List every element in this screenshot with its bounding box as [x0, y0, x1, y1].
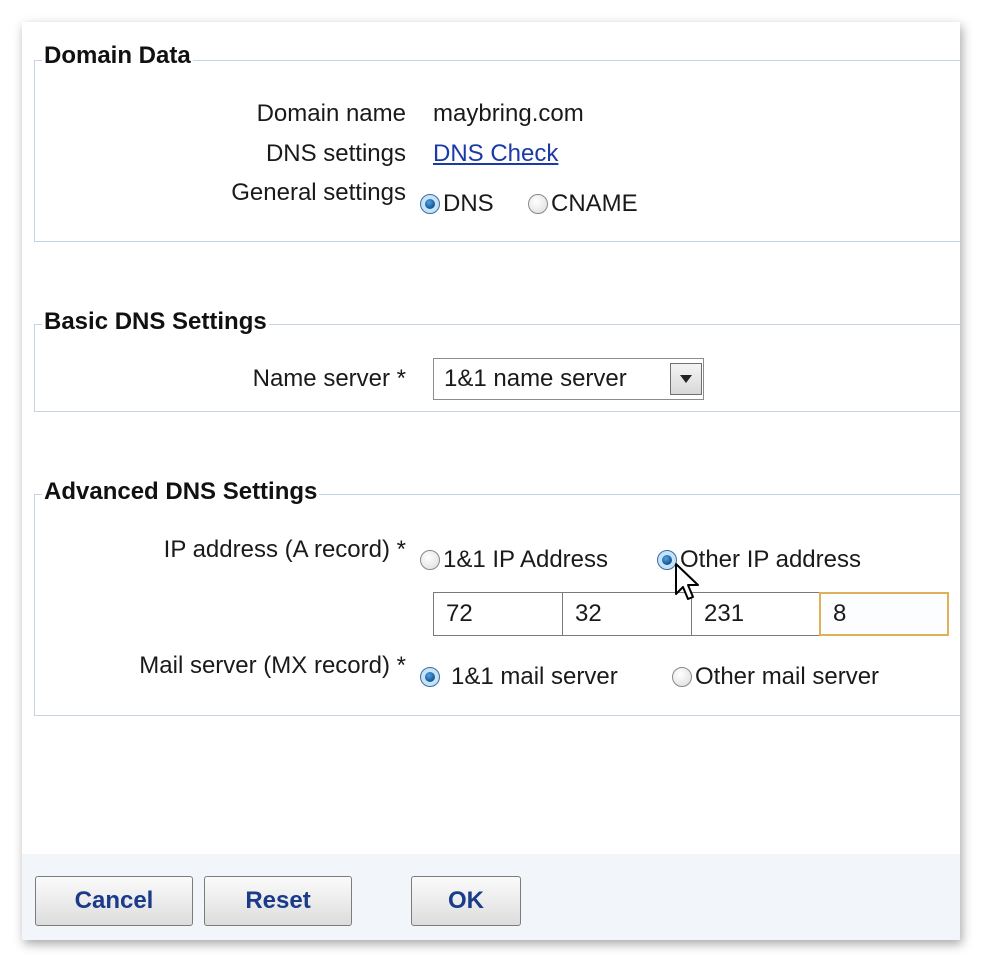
name-server-label: Name server * — [252, 365, 406, 392]
name-server-selected-value: 1&1 name server — [444, 365, 627, 392]
radio-11-mail[interactable] — [420, 667, 440, 687]
radio-other-mail[interactable] — [672, 667, 692, 687]
basic-dns-legend: Basic DNS Settings — [42, 308, 269, 336]
ok-button[interactable]: OK — [411, 876, 521, 926]
radio-11-mail-option[interactable]: 1&1 mail server — [420, 663, 618, 691]
reset-button[interactable]: Reset — [204, 876, 352, 926]
radio-11-ip-option[interactable]: 1&1 IP Address — [420, 546, 608, 574]
mail-server-label: Mail server (MX record) * — [139, 652, 406, 679]
domain-name-value: maybring.com — [433, 100, 584, 127]
radio-cname[interactable] — [528, 194, 548, 214]
domain-name-label: Domain name — [256, 100, 406, 127]
dns-check-link[interactable]: DNS Check — [433, 140, 558, 168]
mouse-pointer-icon — [675, 563, 699, 600]
dns-settings-label: DNS settings — [265, 140, 406, 167]
radio-other-mail-label: Other mail server — [695, 663, 880, 690]
name-server-select[interactable]: 1&1 name server — [433, 358, 704, 400]
ip-octet-4-input[interactable]: 8 — [819, 592, 949, 636]
button-bar: Cancel Reset OK — [22, 854, 960, 940]
radio-other-ip-label: Other IP address — [680, 546, 861, 573]
ip-octet-2-input[interactable]: 32 — [562, 592, 692, 636]
radio-other-mail-option[interactable]: Other mail server — [672, 663, 879, 691]
dialog-panel: Domain Data Domain name maybring.com DNS… — [22, 22, 960, 940]
radio-dns[interactable] — [420, 194, 440, 214]
advanced-dns-legend: Advanced DNS Settings — [42, 478, 320, 506]
radio-cname-option[interactable]: CNAME — [528, 190, 638, 218]
radio-dns-label: DNS — [443, 190, 494, 217]
ip-octet-3-input[interactable]: 231 — [691, 592, 821, 636]
cancel-button[interactable]: Cancel — [35, 876, 193, 926]
radio-11-mail-label: 1&1 mail server — [451, 663, 618, 690]
dropdown-arrow-icon[interactable] — [670, 363, 702, 395]
ip-octet-1-input[interactable]: 72 — [433, 592, 563, 636]
radio-11-ip-label: 1&1 IP Address — [443, 546, 608, 573]
domain-data-legend: Domain Data — [42, 42, 193, 70]
general-settings-label: General settings — [231, 179, 406, 206]
radio-11-ip[interactable] — [420, 550, 440, 570]
ip-address-label: IP address (A record) * — [163, 536, 406, 563]
radio-cname-label: CNAME — [551, 190, 638, 217]
radio-dns-option[interactable]: DNS — [420, 190, 494, 218]
